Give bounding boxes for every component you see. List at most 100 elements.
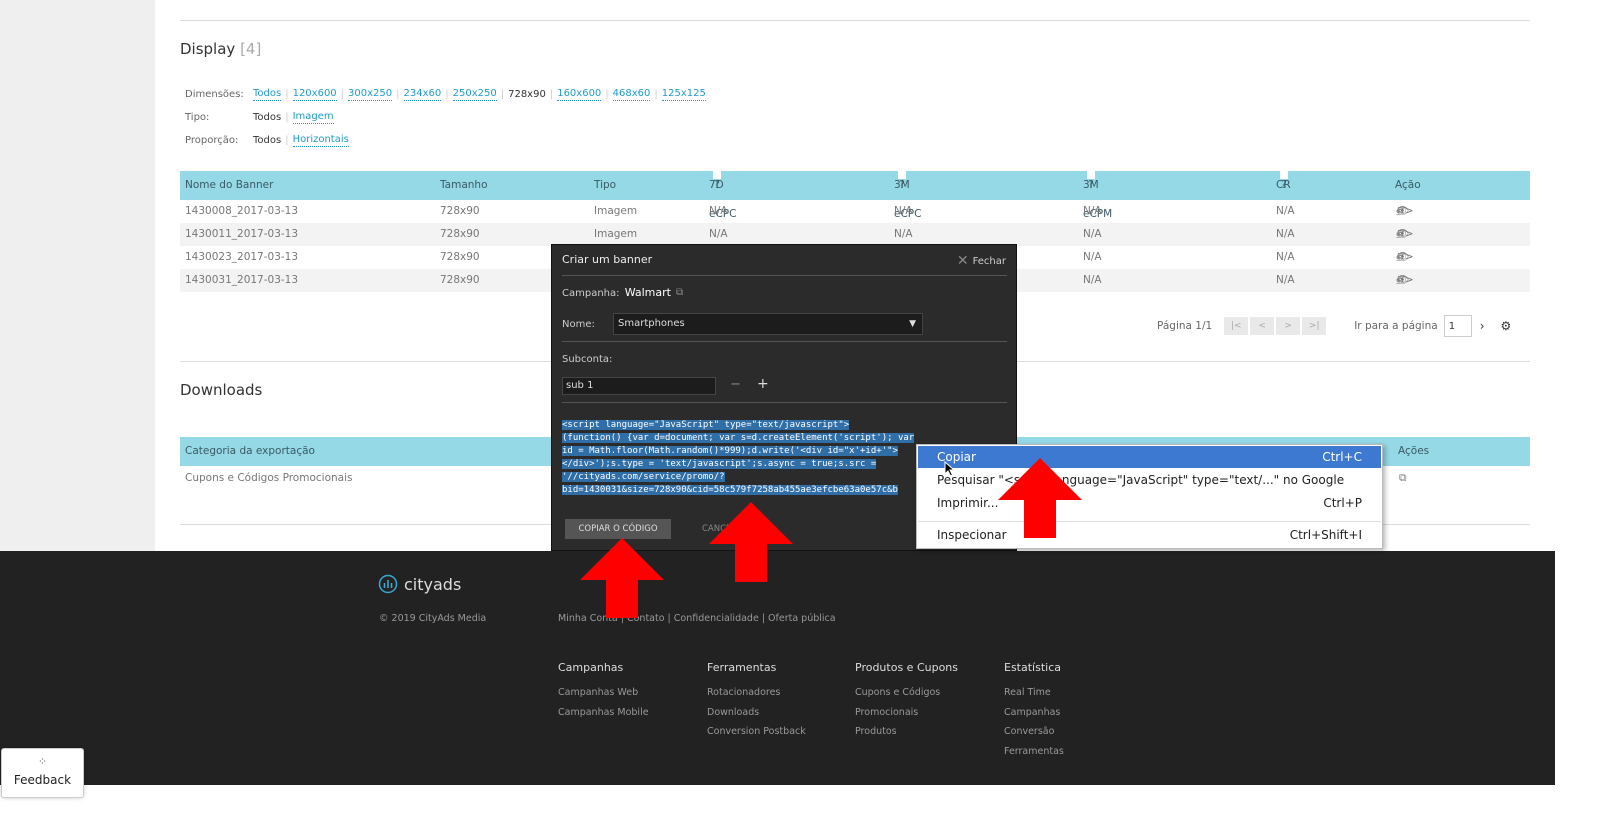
copy-code-button[interactable]: COPIAR O CÓDIGO [565, 519, 671, 539]
cell-cr: N/A [1276, 205, 1295, 217]
dim-option-125x125[interactable]: 125x125 [661, 88, 706, 101]
cell-3m-ecpm: N/A [1083, 251, 1102, 263]
footer-link[interactable]: Conversão [1004, 722, 1064, 742]
menu-item-label: Copiar [937, 450, 976, 464]
menu-item-inspect[interactable]: Inspecionar Ctrl+Shift+I [918, 524, 1381, 546]
footer-link[interactable]: Ferramentas [1004, 742, 1064, 762]
footer-link[interactable]: Conversion Postback [707, 722, 806, 742]
help-icon[interactable]: ? [898, 171, 906, 191]
help-icon[interactable]: ? [713, 171, 721, 191]
download-icon[interactable]: ⤓ [1396, 223, 1401, 246]
menu-item-label: Inspecionar [937, 528, 1007, 542]
minus-icon[interactable]: − [730, 377, 741, 392]
footer-brand: cityads [404, 574, 462, 594]
download-icon[interactable]: ⤓ [1396, 246, 1401, 269]
divider [180, 20, 1530, 21]
footer-col-title: Estatística [1004, 661, 1061, 674]
footer-logo[interactable]: cityads [378, 574, 461, 594]
col-banner-name[interactable]: Nome do Banner [185, 171, 273, 200]
copy-icon[interactable]: ⧉ [676, 287, 683, 298]
downloads-section-title: Downloads [180, 381, 263, 399]
cell-3m-ecpm: N/A [1083, 228, 1102, 240]
display-section-title: Display [4] [180, 40, 261, 58]
footer-col-title: Campanhas [558, 661, 624, 674]
cell-3m-ecpc: N/A [894, 228, 913, 240]
gear-icon[interactable]: ⚙ [1501, 319, 1512, 333]
footer-link[interactable]: Downloads [707, 703, 806, 723]
cell-3m-ecpc: N/A [894, 205, 913, 217]
cell-3m-ecpm: N/A [1083, 205, 1102, 217]
subaccount-input[interactable]: sub 1 [562, 377, 716, 395]
feedback-button[interactable]: ⁘ Feedback [1, 748, 84, 798]
display-count: [4] [240, 40, 262, 58]
arrow-up-icon [998, 458, 1082, 538]
menu-item-copy[interactable]: Copiar Ctrl+C [918, 446, 1381, 468]
type-filter: Tipo: Todos | Imagem [185, 111, 334, 124]
chevron-down-icon: ▼ [909, 319, 916, 329]
cell-size: 728x90 [440, 205, 480, 217]
footer-link[interactable]: Campanhas Web [558, 683, 649, 703]
campaign-info: Campanha: Walmart [562, 286, 671, 299]
footer-col-campanhas: Campanhas Campanhas Web Campanhas Mobile [558, 661, 649, 722]
menu-item-shortcut: Ctrl+C [1322, 450, 1362, 464]
context-menu: Copiar Ctrl+C Pesquisar "<script languag… [916, 444, 1383, 549]
page-bottom [0, 785, 1600, 815]
download-icon[interactable]: ⤓ [1396, 200, 1401, 223]
footer: cityads © 2019 CityAds Media Minha Conta… [0, 551, 1555, 785]
modal-title: Criar um banner [562, 253, 653, 266]
name-select[interactable]: Smartphones ▼ [613, 313, 923, 335]
footer-link[interactable]: Produtos [855, 722, 958, 742]
name-select-value: Smartphones [618, 318, 685, 329]
dim-option-todos[interactable]: Todos [253, 88, 282, 101]
close-label: Fechar [972, 255, 1006, 267]
code-line: </div>');s.type = 'text/javascript';s.as… [562, 459, 877, 469]
footer-link[interactable]: Rotacionadores [707, 683, 806, 703]
download-icon[interactable]: ⤓ [1396, 269, 1401, 292]
prev-page-button[interactable]: < [1250, 317, 1275, 335]
page-number-input[interactable] [1443, 315, 1472, 337]
dim-option-160x600[interactable]: 160x600 [557, 88, 602, 101]
footer-link[interactable]: Campanhas [1004, 703, 1064, 723]
export-icon[interactable]: ⧉ [1399, 467, 1407, 490]
menu-item-search-google[interactable]: Pesquisar "<script language="JavaScript"… [918, 469, 1381, 491]
display-title-text: Display [180, 40, 236, 58]
dim-option-250x250[interactable]: 250x250 [452, 88, 497, 101]
proportion-option-todos[interactable]: Todos [253, 135, 281, 147]
go-arrow-icon[interactable]: › [1480, 319, 1485, 333]
cell-7d-ecpc: N/A [709, 205, 728, 217]
col-size[interactable]: Tamanho [440, 171, 488, 200]
menu-item-label: Imprimir... [937, 496, 999, 510]
menu-item-print[interactable]: Imprimir... Ctrl+P [918, 492, 1381, 514]
cell-type: Imagem [594, 205, 638, 217]
pager: Página 1/1 |< < > >| Ir para a página › … [1157, 315, 1511, 337]
cell-type: Imagem [594, 228, 638, 240]
code-textarea[interactable]: <script language="JavaScript" type="text… [562, 419, 940, 497]
cell-7d-ecpc: N/A [709, 228, 728, 240]
type-option-imagem[interactable]: Imagem [292, 111, 334, 124]
table-row: 1430011_2017-03-13 728x90 Imagem N/A N/A… [180, 223, 1530, 246]
feedback-label: Feedback [13, 773, 72, 787]
proportion-option-horizontais[interactable]: Horizontais [292, 134, 349, 147]
type-option-todos[interactable]: Todos [253, 112, 281, 124]
dim-option-234x60[interactable]: 234x60 [403, 88, 442, 101]
dim-option-120x600[interactable]: 120x600 [292, 88, 337, 101]
next-page-button[interactable]: > [1276, 317, 1301, 335]
last-page-button[interactable]: >| [1302, 317, 1327, 335]
footer-link[interactable]: Promocionais [855, 703, 958, 723]
campaign-label: Campanha: [562, 288, 620, 299]
help-icon[interactable]: ? [1087, 171, 1095, 191]
footer-link[interactable]: Cupons e Códigos [855, 683, 958, 703]
dim-option-300x250[interactable]: 300x250 [348, 88, 393, 101]
campaign-value: Walmart [624, 286, 671, 299]
plus-icon[interactable]: + [757, 376, 769, 392]
help-icon[interactable]: ? [1280, 171, 1288, 191]
footer-link[interactable]: Campanhas Mobile [558, 703, 649, 723]
col-type[interactable]: Tipo [594, 171, 616, 200]
proportion-filter: Proporção: Todos | Horizontais [185, 134, 349, 147]
dim-option-468x60[interactable]: 468x60 [612, 88, 651, 101]
first-page-button[interactable]: |< [1224, 317, 1249, 335]
dim-option-728x90[interactable]: 728x90 [508, 89, 546, 101]
footer-link[interactable]: Real Time [1004, 683, 1064, 703]
close-button[interactable]: ✕ Fechar [957, 253, 1006, 269]
code-line: bid=1430031&size=728x90&cid=58c579f7258a… [562, 485, 898, 495]
